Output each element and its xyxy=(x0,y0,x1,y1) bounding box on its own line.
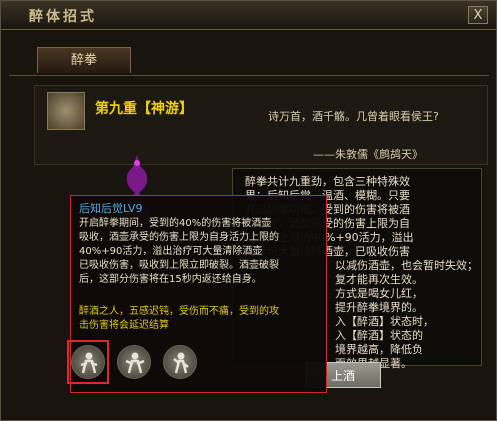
tooltip-line: 后，这部分伤害将在15秒内返还给自身。 xyxy=(79,274,262,285)
window-title: 醉体招式 xyxy=(29,9,97,25)
close-button[interactable]: X xyxy=(468,6,488,24)
skill-header: 第九重【神游】 诗万首，酒千觞。几曾着眼看侯王? ——朱敦儒《鹧鸪天》 xyxy=(34,85,488,165)
tooltip-line: 已吸收伤害，吸收到上限立即破裂。酒壶破裂 xyxy=(79,260,279,271)
poem-line: 诗万首，酒千觞。几曾着眼看侯王? xyxy=(268,110,439,123)
drunk-stance-icon xyxy=(80,352,98,374)
skill-button[interactable] xyxy=(71,345,105,379)
title-bar[interactable]: 醉体招式 X xyxy=(1,1,496,30)
tooltip-line: 开启醉拳期间，受到的40%的伤害将被酒壶 xyxy=(79,218,272,229)
drunk-fist-icon xyxy=(47,92,85,130)
skill-window: 醉体招式 X 醉拳 第九重【神游】 诗万首，酒千觞。几曾着眼看侯王? ——朱敦儒… xyxy=(0,0,497,421)
poem-source: ——朱敦儒《鹧鸪天》 xyxy=(313,148,423,161)
tooltip-effect-line: 醉酒之人，五感迟钝，受伤而不痛，受到的攻 xyxy=(79,306,279,317)
tab-bar: 醉拳 xyxy=(9,45,489,76)
tooltip-line: 40%+90活力，溢出治疗可大量清除酒壶 xyxy=(79,246,263,257)
skill-button[interactable] xyxy=(163,345,197,379)
tooltip-effect-line: 击伤害将会延迟结算 xyxy=(79,320,169,331)
tab-drunken-fist[interactable]: 醉拳 xyxy=(37,47,131,73)
tooltip-line: 吸收，酒壶承受的伤害上限为自身活力上限的 xyxy=(79,232,279,243)
drunk-stance-icon xyxy=(125,352,145,374)
skill-name: 第九重【神游】 xyxy=(95,101,193,117)
close-icon: X xyxy=(473,8,483,23)
skill-button[interactable] xyxy=(117,345,151,379)
drunk-stance-icon xyxy=(173,352,189,374)
